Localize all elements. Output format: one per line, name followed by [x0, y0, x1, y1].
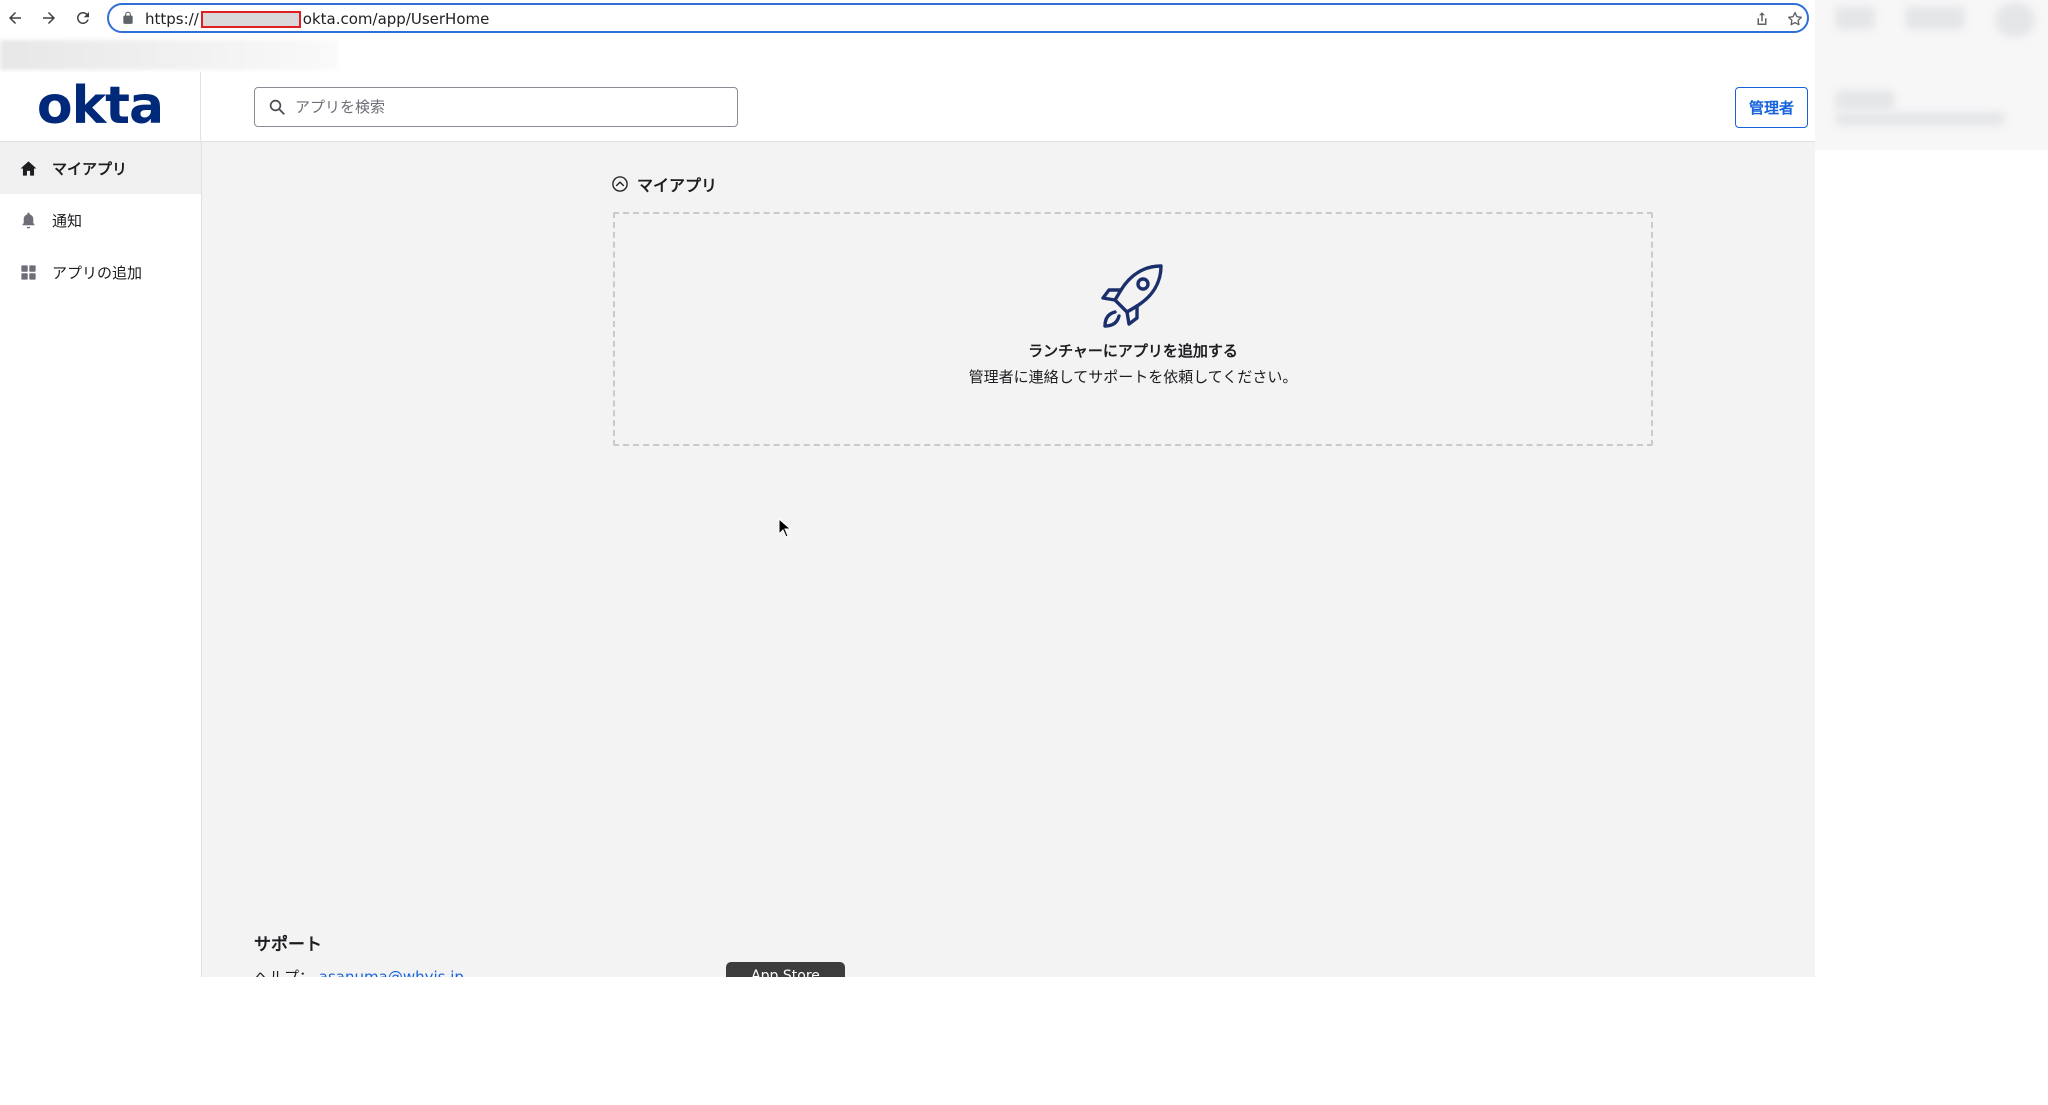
help-row: ヘルプ： asanuma@whyis.jp — [254, 966, 464, 977]
okta-dashboard: okta 管理者 マイアプリ 通知 — [0, 72, 1815, 977]
sidebar-item-notifications[interactable]: 通知 — [0, 194, 201, 246]
back-arrow-icon — [9, 12, 21, 24]
empty-apps-dropzone: ランチャーにアプリを追加する 管理者に連絡してサポートを依頼してください。 — [613, 212, 1653, 446]
reload-icon — [76, 11, 89, 24]
app-store-button[interactable]: App Store — [726, 962, 845, 977]
share-icon — [1757, 12, 1767, 25]
bookmark-button[interactable] — [1786, 10, 1804, 28]
mouse-cursor-icon — [778, 518, 792, 538]
sidebar-item-label: マイアプリ — [52, 159, 128, 178]
address-bar[interactable]: https:// okta.com/app/UserHome — [107, 3, 1809, 33]
blurred-browser-extension-area — [1815, 0, 2048, 150]
rocket-icon — [1101, 264, 1163, 328]
screen-viewport: https:// okta.com/app/UserHome okta アプリを… — [0, 0, 2048, 977]
url-prefix: https:// — [145, 10, 199, 28]
url-redacted-subdomain — [200, 10, 301, 28]
section-title-label: マイアプリ — [637, 176, 718, 195]
reload-button[interactable] — [70, 5, 96, 31]
svg-text:okta: okta — [37, 79, 163, 135]
sidebar-item-my-apps[interactable]: マイアプリ — [0, 142, 201, 194]
browser-toolbar: https:// okta.com/app/UserHome — [0, 0, 1815, 36]
url-suffix: okta.com/app/UserHome — [302, 10, 490, 28]
help-email-link[interactable]: asanuma@whyis.jp — [319, 968, 464, 977]
chevron-up-circle-icon — [612, 176, 628, 192]
grid-icon — [18, 262, 38, 282]
app-search[interactable] — [254, 87, 738, 127]
sidebar: マイアプリ 通知 アプリの追加 — [0, 142, 202, 977]
admin-button[interactable]: 管理者 — [1735, 87, 1808, 128]
app-header: okta 管理者 — [0, 72, 1815, 142]
sidebar-item-add-apps[interactable]: アプリの追加 — [0, 246, 201, 298]
back-button[interactable] — [2, 5, 28, 31]
empty-state-title: ランチャーにアプリを追加する — [1028, 342, 1238, 360]
blurred-tab-strip — [0, 40, 338, 70]
empty-state-subtitle: 管理者に連絡してサポートを依頼してください。 — [968, 368, 1298, 386]
okta-logo-mark: okta — [37, 79, 164, 135]
star-icon — [1787, 11, 1803, 26]
okta-logo[interactable]: okta — [0, 72, 201, 142]
url-text: https:// okta.com/app/UserHome — [145, 10, 489, 28]
forward-arrow-icon — [43, 12, 55, 24]
share-button[interactable] — [1753, 10, 1771, 28]
search-input[interactable] — [295, 98, 715, 116]
my-apps-section-toggle[interactable]: マイアプリ — [611, 172, 717, 196]
support-heading: サポート — [254, 935, 322, 955]
forward-button[interactable] — [36, 5, 62, 31]
home-icon — [18, 158, 38, 178]
sidebar-item-label: アプリの追加 — [52, 263, 143, 282]
bell-icon — [18, 210, 38, 230]
help-label: ヘルプ： — [254, 968, 315, 977]
lock-icon — [123, 11, 133, 24]
search-icon — [269, 99, 285, 115]
sidebar-item-label: 通知 — [52, 211, 83, 230]
